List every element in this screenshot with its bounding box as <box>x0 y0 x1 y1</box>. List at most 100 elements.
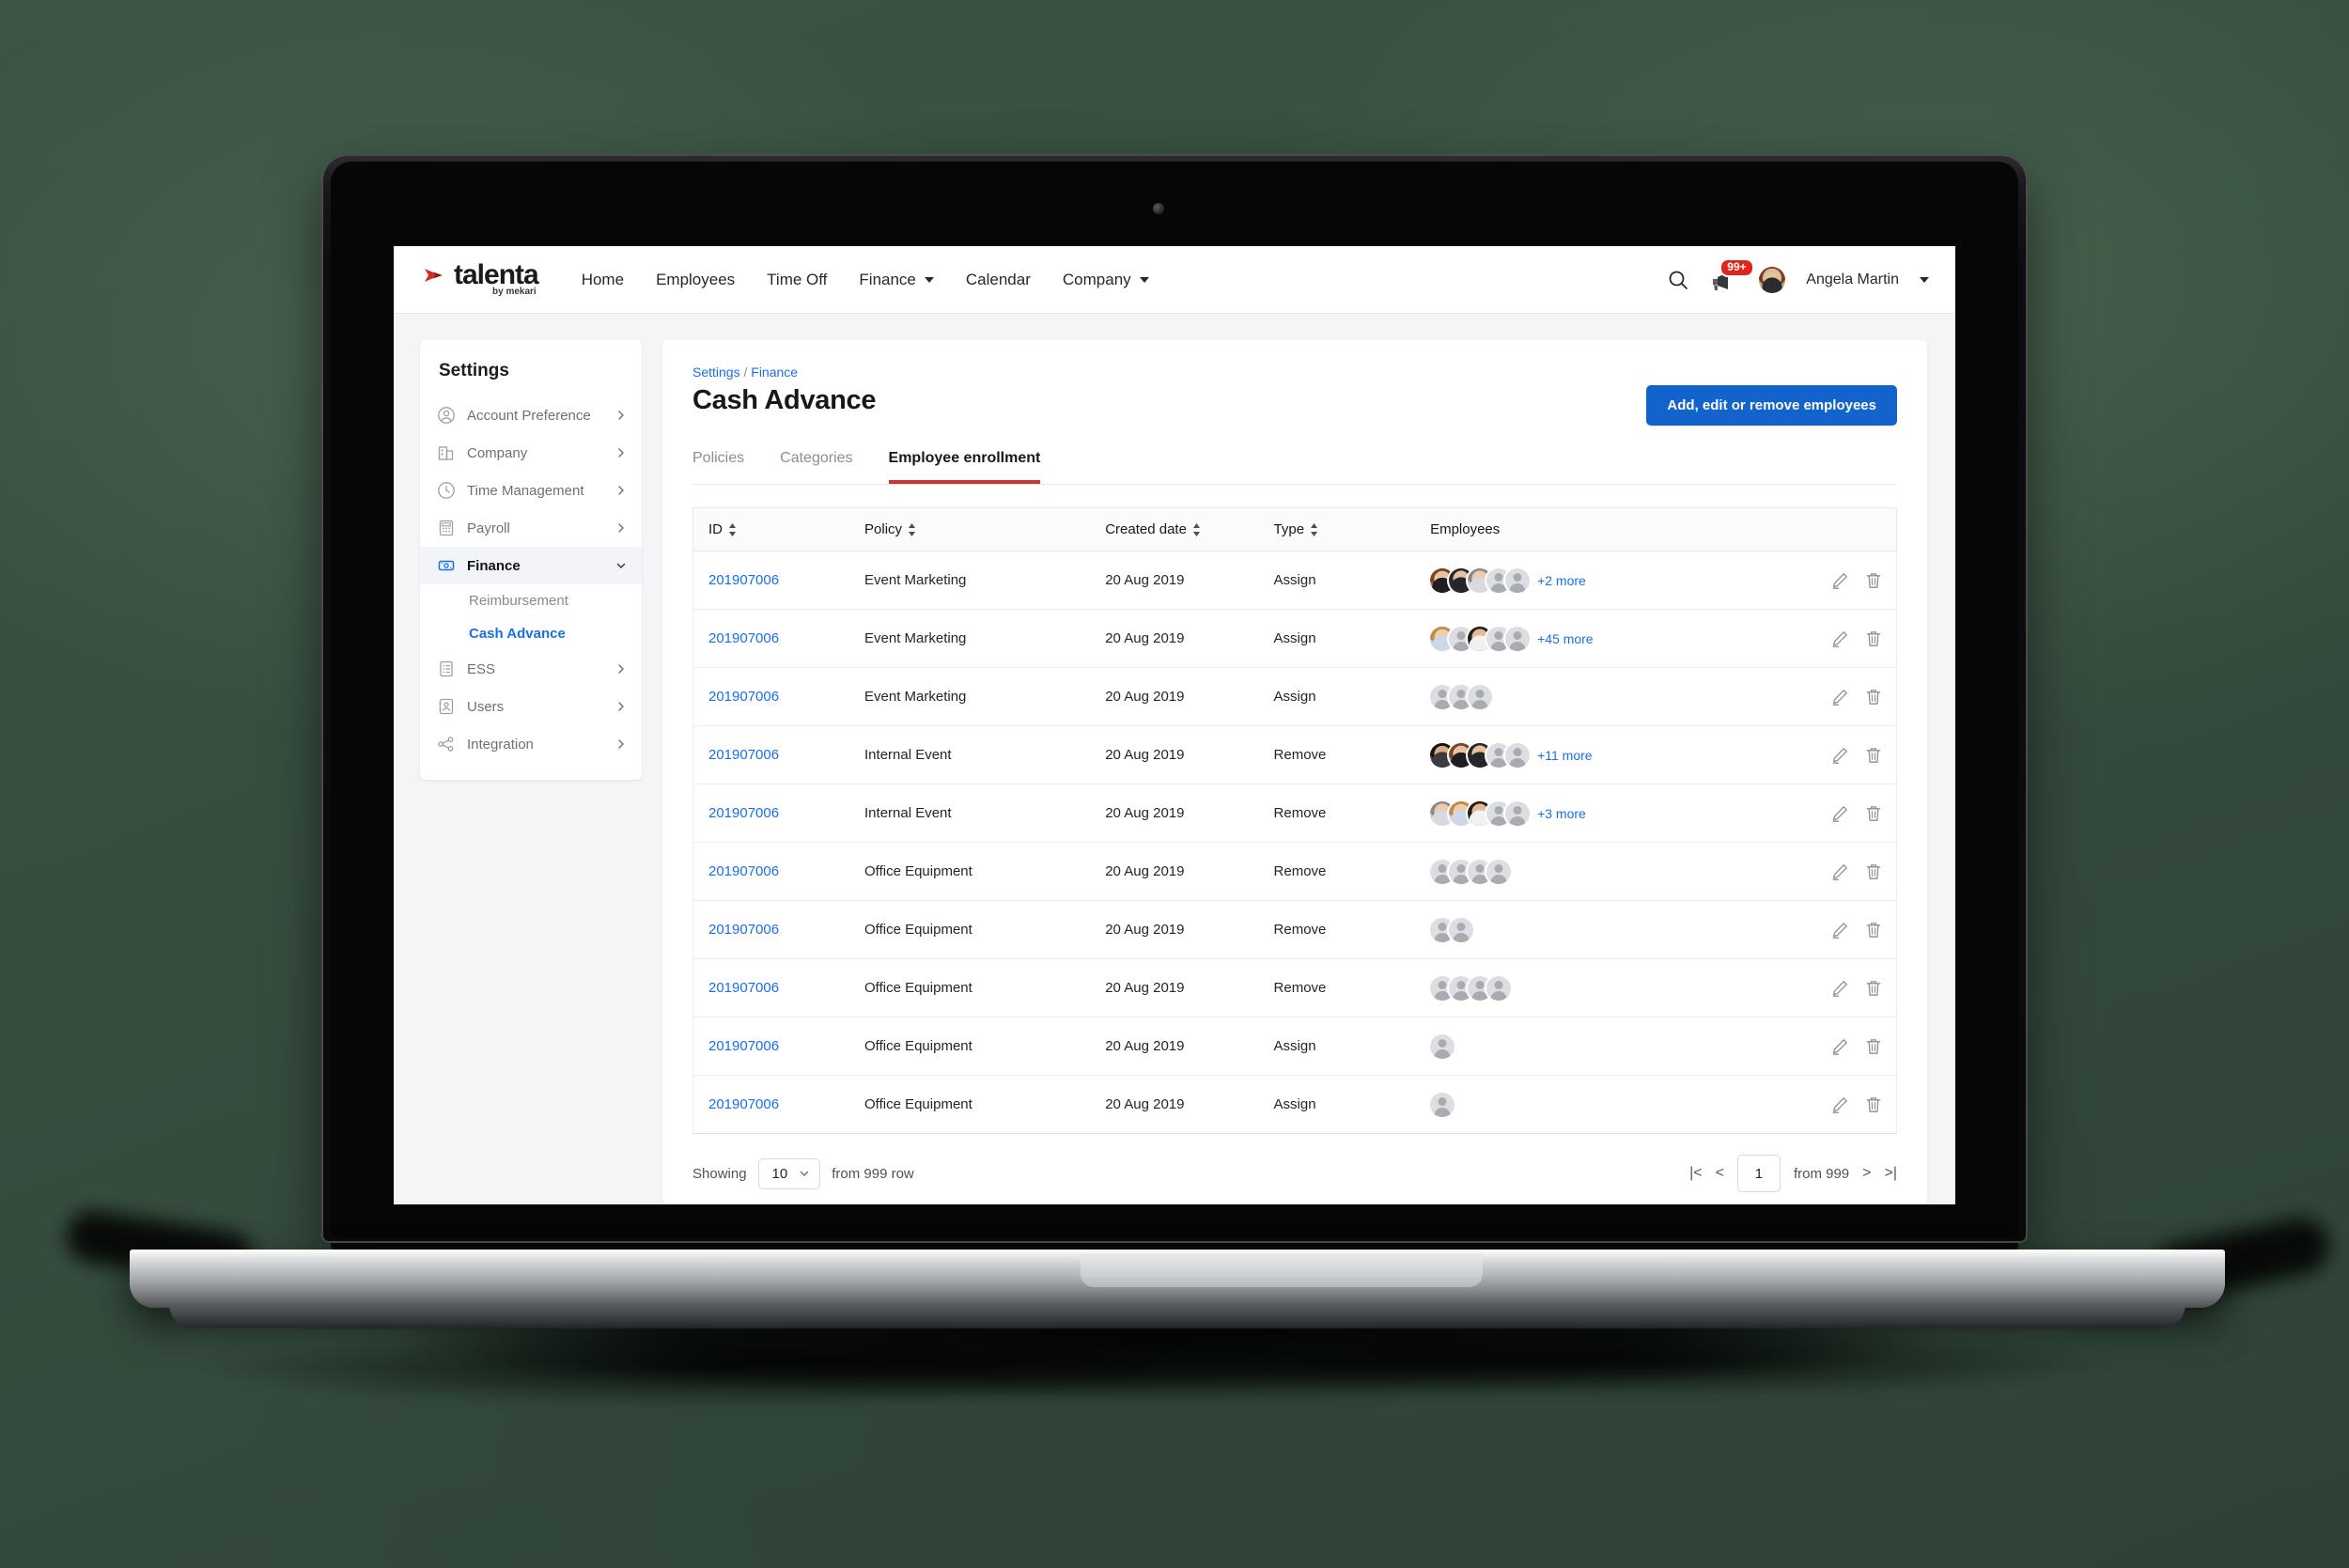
nav-item-company[interactable]: Company <box>1063 271 1149 289</box>
table-row[interactable]: 201907006 Internal Event 20 Aug 2019 Remove… <box>692 725 1898 784</box>
sidebar-subitem-reimbursement[interactable]: Reimbursement <box>420 584 642 617</box>
cell-policy: Event Marketing <box>849 551 1091 610</box>
breadcrumb-finance[interactable]: Finance <box>751 365 798 380</box>
prev-page-icon[interactable]: < <box>1716 1165 1724 1182</box>
tab-policies[interactable]: Policies <box>692 450 744 484</box>
delete-icon[interactable] <box>1864 571 1883 590</box>
sidebar-item-label: Time Management <box>467 482 584 499</box>
column-header-id[interactable]: ID <box>692 507 850 551</box>
nav-item-time-off[interactable]: Time Off <box>767 271 827 289</box>
sidebar-item-ess[interactable]: ESS <box>420 650 642 688</box>
edit-icon[interactable] <box>1830 1037 1849 1056</box>
delete-icon[interactable] <box>1864 862 1883 881</box>
edit-icon[interactable] <box>1830 921 1849 939</box>
more-employees-link[interactable]: +2 more <box>1537 573 1586 588</box>
enrollment-id-link[interactable]: 201907006 <box>708 747 779 763</box>
sidebar-item-account-preference[interactable]: Account Preference <box>420 396 642 434</box>
sidebar-item-company[interactable]: Company <box>420 434 642 472</box>
nav-item-finance[interactable]: Finance <box>859 271 934 289</box>
employee-avatar-placeholder[interactable] <box>1505 626 1531 651</box>
delete-icon[interactable] <box>1864 688 1883 706</box>
brand-logo[interactable]: talenta by mekari <box>424 261 539 297</box>
table-row[interactable]: 201907006 Event Marketing 20 Aug 2019 Assig… <box>692 667 1898 726</box>
enrollment-id-link[interactable]: 201907006 <box>708 689 779 705</box>
nav-item-calendar[interactable]: Calendar <box>966 271 1031 289</box>
user-name: Angela Martin <box>1806 271 1899 287</box>
avatar[interactable] <box>1759 266 1786 293</box>
cell-actions <box>1728 667 1898 726</box>
sidebar-item-payroll[interactable]: Payroll <box>420 509 642 547</box>
sidebar-subitem-cash-advance[interactable]: Cash Advance <box>420 617 642 650</box>
search-icon[interactable] <box>1667 269 1689 291</box>
employee-avatar-placeholder[interactable] <box>1486 975 1512 1001</box>
column-header-type[interactable]: Type <box>1258 507 1416 551</box>
more-employees-link[interactable]: +11 more <box>1537 748 1593 763</box>
sidebar-item-integration[interactable]: Integration <box>420 725 642 763</box>
delete-icon[interactable] <box>1864 746 1883 765</box>
next-page-icon[interactable]: > <box>1862 1165 1871 1182</box>
page-number-input[interactable] <box>1736 1155 1781 1192</box>
table-row[interactable]: 201907006 Event Marketing 20 Aug 2019 Assig… <box>692 551 1898 610</box>
column-header-created-date[interactable]: Created date <box>1090 507 1259 551</box>
edit-icon[interactable] <box>1830 571 1849 590</box>
delete-icon[interactable] <box>1864 1037 1883 1056</box>
delete-icon[interactable] <box>1864 629 1883 648</box>
sidebar-item-time-management[interactable]: Time Management <box>420 472 642 509</box>
edit-icon[interactable] <box>1830 862 1849 881</box>
employee-avatar-placeholder[interactable] <box>1468 684 1493 709</box>
employee-avatar-placeholder[interactable] <box>1449 917 1474 942</box>
edit-icon[interactable] <box>1830 1095 1849 1114</box>
enrollment-id-link[interactable]: 201907006 <box>708 572 779 588</box>
more-employees-link[interactable]: +3 more <box>1537 806 1586 821</box>
breadcrumb-settings[interactable]: Settings <box>692 365 740 380</box>
nav-item-employees[interactable]: Employees <box>656 271 735 289</box>
cell-created-date: 20 Aug 2019 <box>1090 667 1259 726</box>
edit-icon[interactable] <box>1830 629 1849 648</box>
first-page-icon[interactable]: |< <box>1689 1165 1703 1182</box>
edit-icon[interactable] <box>1830 979 1849 998</box>
employee-avatar-placeholder[interactable] <box>1486 859 1512 884</box>
notification-icon[interactable]: 99+ <box>1710 259 1752 293</box>
enrollment-id-link[interactable]: 201907006 <box>708 1096 779 1112</box>
table-row[interactable]: 201907006 Office Equipment 20 Aug 2019 Remo… <box>692 958 1898 1017</box>
chevron-right-icon <box>618 523 624 533</box>
page-size-select[interactable]: 10 <box>757 1157 821 1189</box>
enrollment-id-link[interactable]: 201907006 <box>708 630 779 646</box>
delete-icon[interactable] <box>1864 1095 1883 1114</box>
enrollment-id-link[interactable]: 201907006 <box>708 805 779 821</box>
table-row[interactable]: 201907006 Event Marketing 20 Aug 2019 Assig… <box>692 609 1898 668</box>
last-page-icon[interactable]: >| <box>1885 1165 1898 1182</box>
table-row[interactable]: 201907006 Office Equipment 20 Aug 2019 Remo… <box>692 842 1898 901</box>
delete-icon[interactable] <box>1864 921 1883 939</box>
chevron-right-icon <box>618 702 624 711</box>
employee-avatar-placeholder[interactable] <box>1505 742 1531 768</box>
table-row[interactable]: 201907006 Office Equipment 20 Aug 2019 Remo… <box>692 900 1898 959</box>
employee-avatar-placeholder[interactable] <box>1430 1033 1455 1059</box>
tab-employee-enrollment[interactable]: Employee enrollment <box>888 450 1041 484</box>
delete-icon[interactable] <box>1864 804 1883 823</box>
enrollment-id-link[interactable]: 201907006 <box>708 980 779 996</box>
employee-avatar-placeholder[interactable] <box>1430 1092 1455 1117</box>
nav-item-home[interactable]: Home <box>582 271 624 289</box>
table-row[interactable]: 201907006 Office Equipment 20 Aug 2019 Assi… <box>692 1017 1898 1076</box>
edit-icon[interactable] <box>1830 688 1849 706</box>
column-header-policy[interactable]: Policy <box>849 507 1091 551</box>
enrollment-id-link[interactable]: 201907006 <box>708 922 779 938</box>
sidebar-item-users[interactable]: Users <box>420 688 642 725</box>
employee-avatar-placeholder[interactable] <box>1505 567 1531 593</box>
edit-icon[interactable] <box>1830 746 1849 765</box>
enrollment-id-link[interactable]: 201907006 <box>708 863 779 879</box>
sidebar-item-finance[interactable]: Finance <box>420 547 642 584</box>
tab-categories[interactable]: Categories <box>780 450 852 484</box>
more-employees-link[interactable]: +45 more <box>1537 631 1594 646</box>
table-row[interactable]: 201907006 Office Equipment 20 Aug 2019 Assi… <box>692 1075 1898 1134</box>
add-edit-remove-employees-button[interactable]: Add, edit or remove employees <box>1646 385 1897 426</box>
delete-icon[interactable] <box>1864 979 1883 998</box>
edit-icon[interactable] <box>1830 804 1849 823</box>
laptop-mockup: talenta by mekari Home Employees Time Of… <box>0 0 2349 1568</box>
employee-avatar-placeholder[interactable] <box>1505 800 1531 826</box>
table-row[interactable]: 201907006 Internal Event 20 Aug 2019 Remove… <box>692 784 1898 843</box>
sort-icon <box>1311 523 1318 537</box>
enrollment-id-link[interactable]: 201907006 <box>708 1038 779 1054</box>
chevron-down-icon[interactable] <box>1920 276 1929 283</box>
